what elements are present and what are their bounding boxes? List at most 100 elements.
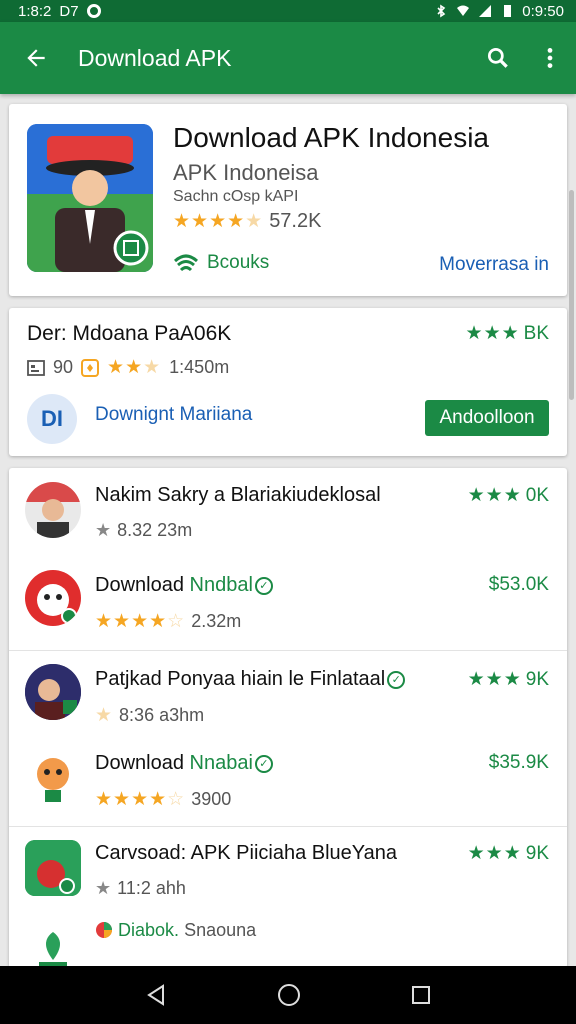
meta-value-a: 90 [53, 357, 74, 377]
title-secondary: Snaouna [184, 920, 257, 940]
download-button[interactable]: Andoolloon [425, 400, 549, 436]
rating-count: 57.2K [269, 210, 322, 232]
rating-stars: ★ [95, 705, 114, 726]
rating-stars: ★★★ [107, 357, 162, 378]
app-meta: ★ 11:2 ahh [95, 878, 186, 899]
list-item[interactable]: Diabok. Snaouna [9, 912, 567, 968]
list-item[interactable]: Nakim Sakry a Blariakiudeklosal ★ 8.32 2… [9, 468, 567, 560]
brand-icon [96, 922, 112, 938]
category-link[interactable]: Bcouks [173, 252, 269, 274]
battery-icon [504, 5, 512, 17]
verified-icon: ✓ [254, 576, 273, 595]
app-meta: ★ 8.32 23m [95, 520, 192, 541]
app-icon [25, 482, 81, 538]
scrollbar[interactable] [569, 190, 574, 400]
rating-stars: ★★★★☆ [95, 789, 186, 810]
app-detail-card[interactable]: Der: Mdoana PaA06K ★★★ BK 90 ★★★ 1:450m … [9, 308, 567, 456]
title-text: Diabok. [118, 920, 180, 940]
rating-stars: ★★★ [467, 669, 522, 690]
status-clock: 0:9:50 [522, 2, 564, 20]
list-item[interactable]: Download Nndbal ✓ ★★★★☆ 2.32m $53.0K [9, 560, 567, 648]
app-title: Download Nnabai ✓ [95, 752, 273, 775]
back-button[interactable] [0, 22, 72, 94]
title-text: Patjkad Ponyaa hiain le Finlataal [95, 668, 386, 690]
count-label: 9K [525, 842, 549, 864]
star-icon: ★ [95, 520, 112, 540]
rating-stars: ★★★ [465, 323, 520, 344]
app-icon [25, 570, 81, 626]
calendar-icon [27, 359, 45, 376]
app-bar: Download APK [0, 22, 576, 94]
app-list: Nakim Sakry a Blariakiudeklosal ★ 8.32 2… [9, 468, 567, 968]
rating-stars: ★★★★★ [173, 211, 264, 232]
featured-app-card[interactable]: Download APK Indonesia APK Indoneisa Sac… [9, 104, 567, 296]
rating-stars: ★★★★☆ [95, 611, 186, 632]
meta-text: 2.32m [191, 611, 242, 631]
app-icon [25, 840, 81, 896]
app-icon [25, 920, 81, 968]
publisher-logo: DI [27, 394, 77, 444]
count-label: 9K [525, 668, 549, 690]
app-meta: ★ 8:36 a3hm [95, 704, 204, 727]
app-detail-meta: 90 ★★★ 1:450m [27, 356, 229, 379]
nav-back-icon[interactable] [144, 983, 168, 1007]
app-detail-count: ★★★ BK [466, 322, 549, 345]
divider [9, 650, 567, 651]
search-button[interactable] [472, 22, 524, 94]
nav-recents-icon[interactable] [410, 984, 432, 1006]
featured-app-icon [27, 124, 153, 272]
category-label: Bcouks [207, 252, 270, 273]
list-item[interactable]: Patjkad Ponyaa hiain le Finlataal ✓ ★ 8:3… [9, 652, 567, 738]
meta-text: 11:2 ahh [117, 878, 186, 898]
meta-text: 8:36 a3hm [119, 705, 205, 725]
count-label: BK [523, 322, 549, 344]
status-extra: D7 [59, 2, 79, 20]
rating-stars: ★★★ [467, 485, 522, 506]
search-icon [487, 47, 508, 68]
bluetooth-icon [437, 4, 446, 18]
featured-app-subtitle: Sachn cOsp kAPI [173, 188, 299, 205]
divider [9, 826, 567, 827]
app-icon [25, 664, 81, 720]
rating-stars: ★★★ [467, 843, 522, 864]
status-bar: 1:8:2 D7 0:9:50 [0, 0, 576, 22]
title-text: Download [95, 752, 184, 774]
app-count: ★★★ 9K [468, 842, 549, 865]
app-badge-icon [81, 358, 100, 377]
app-meta: ★★★★☆ 2.32m [95, 610, 241, 633]
books-icon [173, 254, 199, 272]
title-text: Download [95, 574, 184, 596]
more-link[interactable]: Moverrasa in [439, 254, 549, 276]
app-count: ★★★ 9K [468, 668, 549, 691]
page-title: Download APK [78, 44, 232, 71]
title-accent: Nnabai [189, 752, 253, 774]
system-nav-bar [0, 966, 576, 1024]
status-time: 1:8:2 [18, 2, 52, 20]
app-count: ★★★ 0K [468, 484, 549, 507]
app-detail-title: Der: Mdoana PaA06K [27, 322, 232, 345]
arrow-left-icon [27, 49, 45, 67]
featured-app-rating: ★★★★★ 57.2K [173, 210, 321, 233]
meta-value-b: 1:450m [169, 357, 230, 377]
more-vert-icon [547, 48, 553, 68]
app-title: Carvsoad: APK Piiciaha BlueYana [95, 842, 398, 864]
nav-home-icon[interactable] [277, 983, 301, 1007]
notification-icon [86, 4, 101, 18]
title-accent: Nndbal [189, 574, 253, 596]
app-price: $53.0K [488, 574, 549, 595]
app-title: Download Nndbal ✓ [95, 574, 273, 597]
featured-app-developer[interactable]: APK Indoneisa [173, 160, 319, 186]
verified-icon: ✓ [254, 754, 273, 773]
publisher-link[interactable]: Downignt Mariiana [95, 404, 252, 426]
app-title: Diabok. Snaouna [95, 920, 256, 941]
app-title: Patjkad Ponyaa hiain le Finlataal ✓ [95, 668, 406, 691]
overflow-menu-button[interactable] [524, 22, 576, 94]
wifi-icon [457, 5, 470, 16]
count-label: 0K [525, 484, 549, 506]
verified-icon: ✓ [387, 670, 406, 689]
list-item[interactable]: Carvsoad: APK Piiciaha BlueYana ★ 11:2 a… [9, 828, 567, 912]
app-icon [25, 750, 81, 806]
meta-text: 8.32 23m [117, 520, 193, 540]
featured-app-title: Download APK Indonesia [173, 122, 489, 153]
list-item[interactable]: Download Nnabai ✓ ★★★★☆ 3900 $35.9K [9, 738, 567, 826]
